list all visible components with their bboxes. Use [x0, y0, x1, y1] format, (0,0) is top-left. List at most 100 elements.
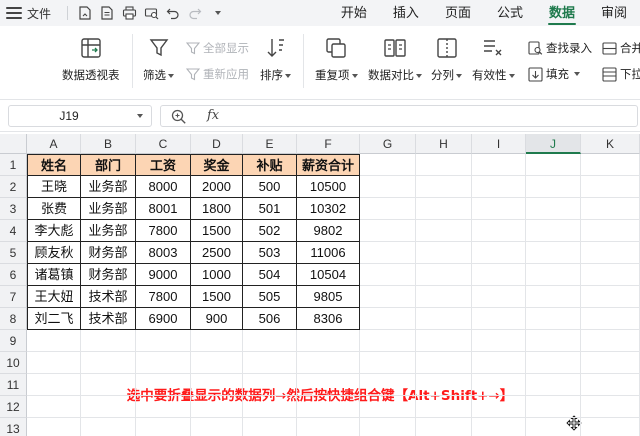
column-header-j[interactable]: J [526, 134, 581, 154]
column-header-h[interactable]: H [416, 134, 472, 154]
table-cell[interactable]: 财务部 [81, 242, 136, 264]
column-header-i[interactable]: I [472, 134, 526, 154]
table-cell[interactable]: 技术部 [81, 286, 136, 308]
table-header-cell[interactable]: 姓名 [27, 154, 81, 176]
fx-icon[interactable]: fx [207, 108, 219, 123]
column-header-f[interactable]: F [297, 134, 360, 154]
table-cell[interactable]: 刘二飞 [27, 308, 81, 330]
table-cell[interactable]: 500 [243, 176, 297, 198]
table-cell[interactable]: 1000 [191, 264, 243, 286]
print-preview-icon[interactable] [140, 2, 162, 24]
merge-button[interactable]: 合并 [602, 40, 640, 56]
column-header-d[interactable]: D [191, 134, 243, 154]
spreadsheet-grid[interactable]: 选中要折叠显示的数据列→然后按快捷组合键【Alt+Shift+→】 ABCDEF… [0, 134, 640, 436]
duplicates-button[interactable]: 重复项 [315, 36, 358, 83]
table-cell[interactable]: 2500 [191, 242, 243, 264]
row-header-12[interactable]: 12 [0, 396, 27, 418]
table-cell[interactable]: 技术部 [81, 308, 136, 330]
table-cell[interactable]: 6900 [136, 308, 191, 330]
row-header-1[interactable]: 1 [0, 154, 27, 176]
table-cell[interactable]: 1500 [191, 220, 243, 242]
table-cell[interactable]: 顾友秋 [27, 242, 81, 264]
row-header-8[interactable]: 8 [0, 308, 27, 330]
row-header-5[interactable]: 5 [0, 242, 27, 264]
table-cell[interactable]: 504 [243, 264, 297, 286]
table-cell[interactable]: 2000 [191, 176, 243, 198]
tab-review[interactable]: 审阅 [588, 0, 640, 26]
row-header-7[interactable]: 7 [0, 286, 27, 308]
tab-home[interactable]: 开始 [328, 0, 380, 26]
tab-data[interactable]: 数据 [536, 0, 588, 26]
table-cell[interactable]: 业务部 [81, 220, 136, 242]
row-header-4[interactable]: 4 [0, 220, 27, 242]
row-header-6[interactable]: 6 [0, 264, 27, 286]
column-header-a[interactable]: A [27, 134, 81, 154]
name-box[interactable]: J19 [8, 105, 152, 127]
table-header-cell[interactable]: 薪资合计 [297, 154, 360, 176]
column-header-b[interactable]: B [81, 134, 136, 154]
validity-button[interactable]: 有效性 [472, 36, 515, 83]
row-header-13[interactable]: 13 [0, 418, 27, 436]
zoom-icon[interactable] [169, 107, 189, 127]
table-cell[interactable]: 李大彪 [27, 220, 81, 242]
table-header-cell[interactable]: 工资 [136, 154, 191, 176]
row-header-2[interactable]: 2 [0, 176, 27, 198]
split-column-button[interactable]: 分列 [431, 36, 462, 83]
table-cell[interactable]: 506 [243, 308, 297, 330]
table-cell[interactable]: 8306 [297, 308, 360, 330]
table-cell[interactable]: 1800 [191, 198, 243, 220]
table-header-cell[interactable]: 奖金 [191, 154, 243, 176]
column-header-c[interactable]: C [136, 134, 191, 154]
dropdown-list-button[interactable]: 下拉 [602, 66, 640, 82]
select-all-corner[interactable] [0, 134, 27, 154]
table-cell[interactable]: 505 [243, 286, 297, 308]
formula-input[interactable]: fx [160, 105, 638, 127]
row-header-9[interactable]: 9 [0, 330, 27, 352]
table-cell[interactable]: 11006 [297, 242, 360, 264]
table-cell[interactable]: 503 [243, 242, 297, 264]
table-cell[interactable]: 诸葛镇 [27, 264, 81, 286]
table-cell[interactable]: 张费 [27, 198, 81, 220]
table-cell[interactable]: 10302 [297, 198, 360, 220]
file-menu[interactable]: 文件 [27, 5, 51, 22]
table-cell[interactable]: 9000 [136, 264, 191, 286]
tab-insert[interactable]: 插入 [380, 0, 432, 26]
table-cell[interactable]: 900 [191, 308, 243, 330]
find-entry-button[interactable]: 查找录入 [528, 40, 592, 56]
fill-button[interactable]: 填充 [528, 66, 580, 82]
column-header-k[interactable]: K [581, 134, 640, 154]
table-cell[interactable]: 501 [243, 198, 297, 220]
table-cell[interactable]: 502 [243, 220, 297, 242]
column-header-g[interactable]: G [360, 134, 416, 154]
row-header-3[interactable]: 3 [0, 198, 27, 220]
pivot-table-button[interactable]: 数据透视表 [62, 36, 120, 83]
table-cell[interactable]: 王晓 [27, 176, 81, 198]
table-cell[interactable]: 10500 [297, 176, 360, 198]
table-cell[interactable]: 10504 [297, 264, 360, 286]
table-cell[interactable]: 王大妞 [27, 286, 81, 308]
table-cell[interactable]: 7800 [136, 286, 191, 308]
data-compare-button[interactable]: 数据对比 [368, 36, 422, 83]
redo-icon[interactable] [184, 2, 206, 24]
menu-icon[interactable] [6, 7, 22, 19]
save-cloud-icon[interactable] [74, 2, 96, 24]
export-pdf-icon[interactable] [96, 2, 118, 24]
column-header-e[interactable]: E [243, 134, 297, 154]
table-header-cell[interactable]: 补贴 [243, 154, 297, 176]
table-cell[interactable]: 财务部 [81, 264, 136, 286]
tab-page[interactable]: 页面 [432, 0, 484, 26]
table-cell[interactable]: 业务部 [81, 198, 136, 220]
show-all-button[interactable]: 全部显示 [186, 40, 249, 56]
undo-icon[interactable] [162, 2, 184, 24]
table-header-cell[interactable]: 部门 [81, 154, 136, 176]
table-cell[interactable]: 8000 [136, 176, 191, 198]
reapply-button[interactable]: 重新应用 [186, 66, 249, 82]
row-header-10[interactable]: 10 [0, 352, 27, 374]
row-header-11[interactable]: 11 [0, 374, 27, 396]
table-cell[interactable]: 9805 [297, 286, 360, 308]
table-cell[interactable]: 业务部 [81, 176, 136, 198]
table-cell[interactable]: 8001 [136, 198, 191, 220]
table-cell[interactable]: 9802 [297, 220, 360, 242]
filter-button[interactable]: 筛选 [143, 36, 174, 83]
name-box-dropdown-icon[interactable] [137, 114, 143, 118]
